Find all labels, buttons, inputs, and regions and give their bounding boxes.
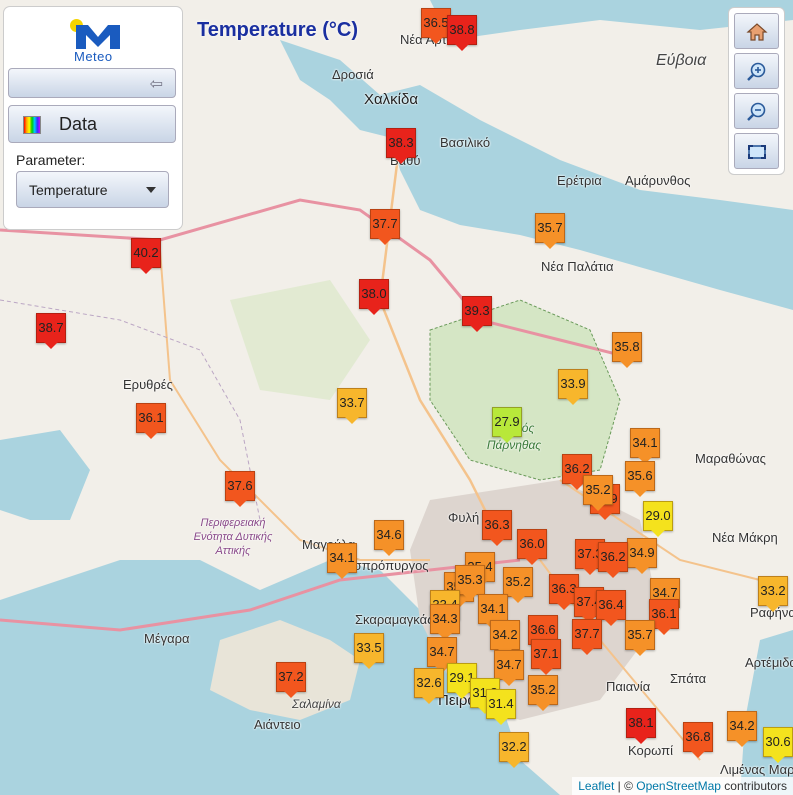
temperature-marker[interactable]: 31.4	[486, 689, 516, 725]
place-label: Φυλή	[448, 510, 480, 525]
temperature-marker[interactable]: 30.6	[763, 727, 793, 763]
temperature-marker[interactable]: 37.7	[572, 619, 602, 655]
temperature-marker[interactable]: 33.2	[758, 576, 788, 612]
temperature-marker[interactable]: 33.7	[337, 388, 367, 424]
temperature-marker[interactable]: 36.3	[482, 510, 512, 546]
place-label: Κορωπί	[628, 743, 673, 758]
place-label: Σαλαμίνα	[292, 697, 341, 711]
zoom-out-button[interactable]	[734, 93, 779, 129]
place-label: Νέα Παλάτια	[541, 259, 614, 274]
temperature-marker[interactable]: 38.3	[386, 128, 416, 164]
place-label: Ερυθρές	[123, 377, 173, 392]
temperature-marker[interactable]: 38.0	[359, 279, 389, 315]
temperature-marker[interactable]: 37.6	[225, 471, 255, 507]
meteo-logo: Meteo	[68, 13, 124, 65]
temperature-marker[interactable]: 34.1	[327, 543, 357, 579]
temperature-marker[interactable]: 35.7	[625, 620, 655, 656]
temperature-marker[interactable]: 35.2	[528, 675, 558, 711]
place-label: Βασιλικό	[440, 135, 491, 150]
parameter-label: Parameter:	[16, 152, 86, 168]
map-title: Temperature (°C)	[197, 19, 358, 41]
home-icon	[746, 23, 768, 41]
temperature-marker[interactable]: 38.8	[447, 15, 477, 51]
place-label: Ερέτρια	[557, 173, 602, 188]
fullscreen-button[interactable]	[734, 133, 779, 169]
place-label: Μέγαρα	[144, 631, 190, 646]
temperature-marker[interactable]: 34.3	[430, 604, 460, 640]
zoom-in-button[interactable]	[734, 53, 779, 89]
place-label: Αμάρυνθος	[625, 173, 691, 188]
temperature-marker[interactable]: 36.0	[517, 529, 547, 565]
place-label: Παιανία	[606, 679, 651, 694]
logo-text: Meteo	[74, 49, 113, 64]
map-toolbar	[729, 8, 784, 174]
temperature-marker[interactable]: 35.7	[535, 213, 565, 249]
place-label: Χαλκίδα	[364, 91, 419, 108]
region-label: Περιφερειακή Ενότητα Δυτικής Αττικής	[193, 517, 273, 557]
temperature-marker[interactable]: 37.7	[370, 209, 400, 245]
data-button[interactable]: Data	[8, 105, 176, 143]
temperature-marker[interactable]: 33.9	[558, 369, 588, 405]
temperature-marker[interactable]: 34.7	[494, 650, 524, 686]
temperature-marker[interactable]: 37.1	[531, 639, 561, 675]
place-label: Νέα Μάκρη	[712, 530, 778, 545]
temperature-marker[interactable]: 34.6	[374, 520, 404, 556]
temperature-marker[interactable]: 38.1	[626, 708, 656, 744]
place-label: Εύβοια	[656, 52, 707, 69]
zoom-in-icon	[747, 62, 766, 81]
temperature-marker[interactable]: 35.2	[503, 567, 533, 603]
temperature-marker[interactable]: 34.1	[630, 428, 660, 464]
temperature-marker[interactable]: 32.2	[499, 732, 529, 768]
m-logo-icon	[76, 25, 120, 49]
temperature-marker[interactable]: 37.2	[276, 662, 306, 698]
chevron-down-icon	[146, 187, 156, 193]
temperature-marker[interactable]: 34.2	[727, 711, 757, 747]
temperature-marker[interactable]: 38.7	[36, 313, 66, 349]
temperature-marker[interactable]: 35.8	[612, 332, 642, 368]
place-label: Δροσιά	[332, 67, 374, 82]
temperature-marker[interactable]: 39.3	[462, 296, 492, 332]
temperature-marker[interactable]: 35.2	[583, 475, 613, 511]
temperature-marker[interactable]: 34.2	[490, 620, 520, 656]
attribution-separator: | ©	[614, 779, 637, 793]
collapse-panel-button[interactable]: ⇦	[8, 68, 176, 98]
parameter-select[interactable]: Temperature	[16, 171, 169, 208]
place-label: Ασπρόπυργος	[345, 558, 429, 573]
map-attribution: Leaflet | © OpenStreetMap contributors	[572, 777, 793, 795]
osm-link[interactable]: OpenStreetMap	[636, 779, 721, 793]
temperature-marker[interactable]: 36.1	[136, 403, 166, 439]
temperature-marker[interactable]: 36.4	[596, 590, 626, 626]
temperature-marker[interactable]: 32.6	[414, 668, 444, 704]
home-button[interactable]	[734, 13, 779, 49]
temperature-marker[interactable]: 33.5	[354, 633, 384, 669]
place-label: Αρτέμιδα	[745, 655, 793, 670]
temperature-marker[interactable]: 36.8	[683, 722, 713, 758]
zoom-out-icon	[747, 102, 766, 121]
place-label: Αιάντειο	[254, 717, 301, 732]
place-label: Μαραθώνας	[695, 451, 766, 466]
temperature-marker[interactable]: 40.2	[131, 238, 161, 274]
temperature-marker[interactable]: 35.6	[625, 461, 655, 497]
data-button-label: Data	[59, 114, 98, 134]
control-panel: Meteo ⇦ Data Parameter: Temperature	[4, 7, 182, 229]
place-label: Λιμένας Μαρκοπούλου	[720, 762, 793, 777]
parameter-select-value: Temperature	[29, 182, 108, 198]
temperature-marker[interactable]: 34.9	[627, 538, 657, 574]
temperature-marker[interactable]: 29.0	[643, 501, 673, 537]
temperature-marker[interactable]: 36.2	[598, 542, 628, 578]
leaflet-link[interactable]: Leaflet	[578, 779, 614, 793]
place-label: Σκαραμαγκάς	[355, 612, 434, 627]
arrow-left-icon: ⇦	[149, 76, 163, 93]
temperature-marker[interactable]: 27.9	[492, 407, 522, 443]
attribution-contributors: contributors	[720, 779, 787, 793]
fullscreen-icon	[748, 145, 766, 159]
place-label: Σπάτα	[670, 671, 707, 686]
rainbow-icon	[23, 116, 41, 134]
